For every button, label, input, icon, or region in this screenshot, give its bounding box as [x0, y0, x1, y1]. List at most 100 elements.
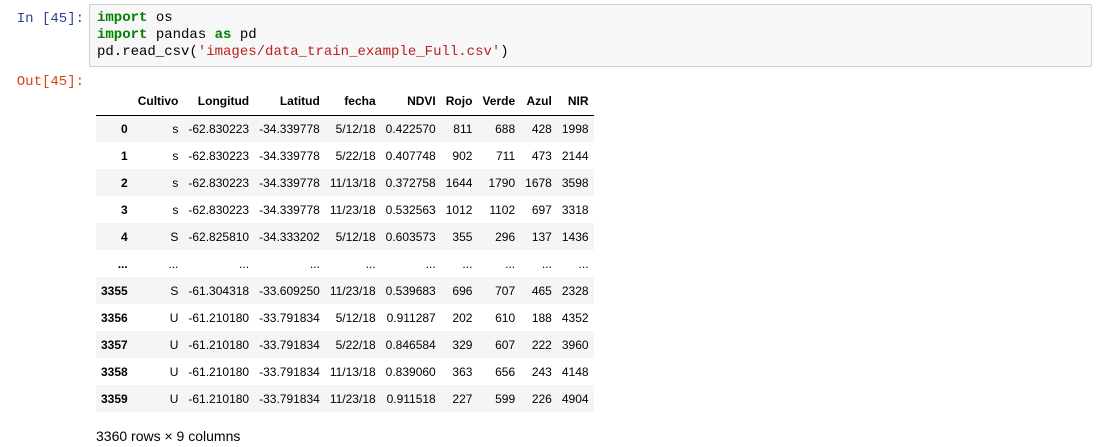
table-cell: 1102	[489, 202, 516, 217]
table-cell: 4148	[561, 364, 589, 379]
table-cell: 688	[495, 121, 516, 136]
table-cell: 227	[452, 391, 473, 406]
table-cell: 11/13/18	[329, 175, 376, 190]
code-text: os	[147, 10, 173, 26]
table-cell: 1644	[445, 175, 473, 190]
table-cell: 0.407748	[385, 148, 436, 163]
table-header: Cultivo Longitud Latitud fecha NDVI Rojo Verde…	[96, 88, 594, 116]
table-cell: 599	[495, 391, 516, 406]
code-cell[interactable]: import os import pandas as pd pd.read_cs…	[89, 4, 1092, 67]
table-cell: 137	[531, 229, 552, 244]
table-cell: 0.846584	[385, 337, 436, 352]
table-cell: ...	[505, 256, 516, 271]
table-cell: -34.339778	[259, 121, 320, 136]
table-cell: ...	[365, 256, 376, 271]
table-cell: U	[169, 337, 179, 352]
table-cell: 11/13/18	[329, 364, 376, 379]
table-cell: 5/12/18	[335, 310, 376, 325]
table-cell: 11/23/18	[329, 202, 376, 217]
output-area: Cultivo Longitud Latitud fecha NDVI Rojo Verde…	[96, 88, 594, 412]
row-index: 4	[121, 229, 128, 244]
row-index: 3356	[101, 310, 128, 325]
keyword-import: import	[97, 27, 148, 43]
table-cell: 1790	[488, 175, 516, 190]
table-cell: 1436	[561, 229, 589, 244]
table-cell: 4352	[561, 310, 589, 325]
column-header: Rojo	[440, 88, 478, 116]
table-cell: U	[169, 310, 179, 325]
table-cell: ...	[239, 256, 250, 271]
table-cell: 711	[496, 148, 516, 163]
column-header: Verde	[477, 88, 521, 116]
table-cell: s	[172, 121, 179, 136]
table-row: 0 s -62.830223 -34.339778 5/12/18 0.422570 811…	[96, 115, 594, 142]
column-header: NDVI	[380, 88, 441, 116]
table-cell: 0.603573	[385, 229, 436, 244]
table-cell: -33.609250	[259, 283, 320, 298]
table-cell: 5/22/18	[335, 148, 376, 163]
table-cell: S	[170, 283, 179, 298]
index-header	[96, 88, 133, 116]
table-cell: 1678	[525, 175, 552, 190]
table-cell: -61.210180	[188, 310, 250, 325]
header-row: Cultivo Longitud Latitud fecha NDVI Rojo Verde…	[96, 88, 594, 116]
table-cell: s	[172, 202, 179, 217]
table-cell: 0.532563	[385, 202, 436, 217]
table-cell: 1012	[445, 202, 473, 217]
table-cell: 202	[452, 310, 473, 325]
table-cell: -61.210180	[188, 364, 250, 379]
table-row: 3355 S -61.304318 -33.609250 11/23/18 0.53968…	[96, 277, 594, 304]
table-cell: 2328	[561, 283, 589, 298]
code-line-1: import os	[97, 10, 1084, 27]
table-cell: ...	[578, 256, 589, 271]
table-cell: 0.422570	[385, 121, 436, 136]
table-cell: 5/12/18	[335, 229, 376, 244]
table-cell: 0.839060	[385, 364, 436, 379]
table-cell: 0.372758	[385, 175, 436, 190]
table-cell: 3598	[561, 175, 589, 190]
table-cell: S	[170, 229, 179, 244]
table-cell: -62.830223	[188, 121, 250, 136]
input-prompt: In [45]:	[16, 11, 84, 27]
table-cell: 243	[531, 364, 552, 379]
table-cell: 296	[495, 229, 516, 244]
table-cell: 329	[452, 337, 473, 352]
table-cell: ...	[309, 256, 320, 271]
column-header: Cultivo	[132, 88, 184, 116]
table-cell: ...	[168, 256, 179, 271]
code-text: pandas	[147, 27, 215, 43]
row-index: 2	[121, 175, 128, 190]
table-cell: 610	[495, 310, 516, 325]
table-cell: 11/23/18	[329, 391, 376, 406]
table-cell: 465	[531, 283, 552, 298]
table-row: 3358 U -61.210180 -33.791834 11/13/18 0.83906…	[96, 358, 594, 385]
table-cell: 11/23/18	[329, 283, 376, 298]
table-row: 4 S -62.825810 -34.333202 5/12/18 0.603573 355…	[96, 223, 594, 250]
table-cell: 707	[495, 283, 516, 298]
table-cell: -33.791834	[259, 310, 320, 325]
row-index: 1	[121, 148, 128, 163]
row-index: 3355	[101, 283, 128, 298]
table-cell: 363	[452, 364, 473, 379]
keyword-as: as	[214, 27, 232, 43]
table-cell: U	[169, 391, 179, 406]
table-cell: 902	[452, 148, 473, 163]
table-cell: ...	[425, 256, 436, 271]
table-cell: ...	[541, 256, 552, 271]
dataframe-shape: 3360 rows × 9 columns	[96, 428, 241, 444]
table-cell: 696	[452, 283, 473, 298]
table-cell: 188	[531, 310, 552, 325]
row-index: 3359	[101, 391, 128, 406]
row-index: 3358	[101, 364, 128, 379]
column-header: Longitud	[183, 88, 255, 116]
table-cell: ...	[462, 256, 473, 271]
table-cell: 222	[531, 337, 552, 352]
table-cell: 1998	[561, 121, 589, 136]
table-row: 3359 U -61.210180 -33.791834 11/23/18 0.91151…	[96, 385, 594, 412]
table-row: ..............................	[96, 250, 594, 277]
table-cell: 4904	[561, 391, 589, 406]
table-cell: -33.791834	[259, 337, 320, 352]
table-row: 1 s -62.830223 -34.339778 5/22/18 0.407748 902…	[96, 142, 594, 169]
table-cell: s	[172, 175, 179, 190]
table-cell: -62.830223	[188, 175, 250, 190]
